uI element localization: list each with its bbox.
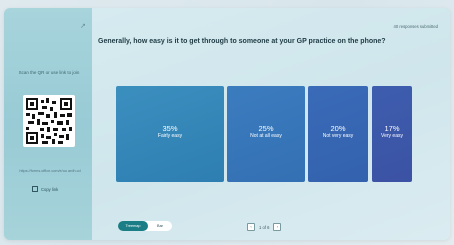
copy-icon <box>32 186 38 192</box>
treemap-option[interactable]: Treemap <box>118 221 148 231</box>
pager: ‹ 1 of 6 › <box>247 223 282 231</box>
view-toggle[interactable]: Treemap Bar <box>118 221 172 231</box>
responses-count: 40 responses submitted <box>393 24 438 29</box>
result-tile: 25% Not at all easy <box>227 86 305 182</box>
result-tile: 17% Very easy <box>372 86 412 182</box>
join-sidebar: ↗ Scan the QR or use link to join https:… <box>4 8 92 240</box>
result-tile: 35% Fairly easy <box>116 86 224 182</box>
prev-icon[interactable]: ‹ <box>247 223 255 231</box>
tile-percent: 20% <box>330 124 346 133</box>
tile-percent: 35% <box>162 124 178 133</box>
tile-percent: 17% <box>384 124 400 133</box>
copy-link-label: Copy link <box>41 186 59 192</box>
tile-label: Not very easy <box>322 133 354 139</box>
bar-option[interactable]: Bar <box>148 221 172 231</box>
copy-link-button[interactable]: Copy link <box>32 186 58 192</box>
scan-instructions: Scan the QR or use link to join <box>18 70 80 75</box>
app-frame: ↗ Scan the QR or use link to join https:… <box>4 8 450 240</box>
tile-label: Very easy <box>381 133 403 139</box>
tile-label: Not at all easy <box>250 133 282 139</box>
tile-percent: 25% <box>258 124 274 133</box>
join-link[interactable]: https://forms.office.com/e/uu ardh.cd <box>10 169 90 174</box>
qr-code <box>23 95 75 147</box>
collapse-icon[interactable]: ↗ <box>80 22 86 30</box>
page-indicator: 1 of 6 <box>259 224 270 230</box>
tile-label: Fairly easy <box>157 133 183 139</box>
result-tile: 20% Not very easy <box>308 86 368 182</box>
results-panel: 40 responses submitted Generally, how ea… <box>92 8 450 240</box>
next-icon[interactable]: › <box>273 223 282 231</box>
question-title: Generally, how easy is it to get through… <box>98 38 386 45</box>
